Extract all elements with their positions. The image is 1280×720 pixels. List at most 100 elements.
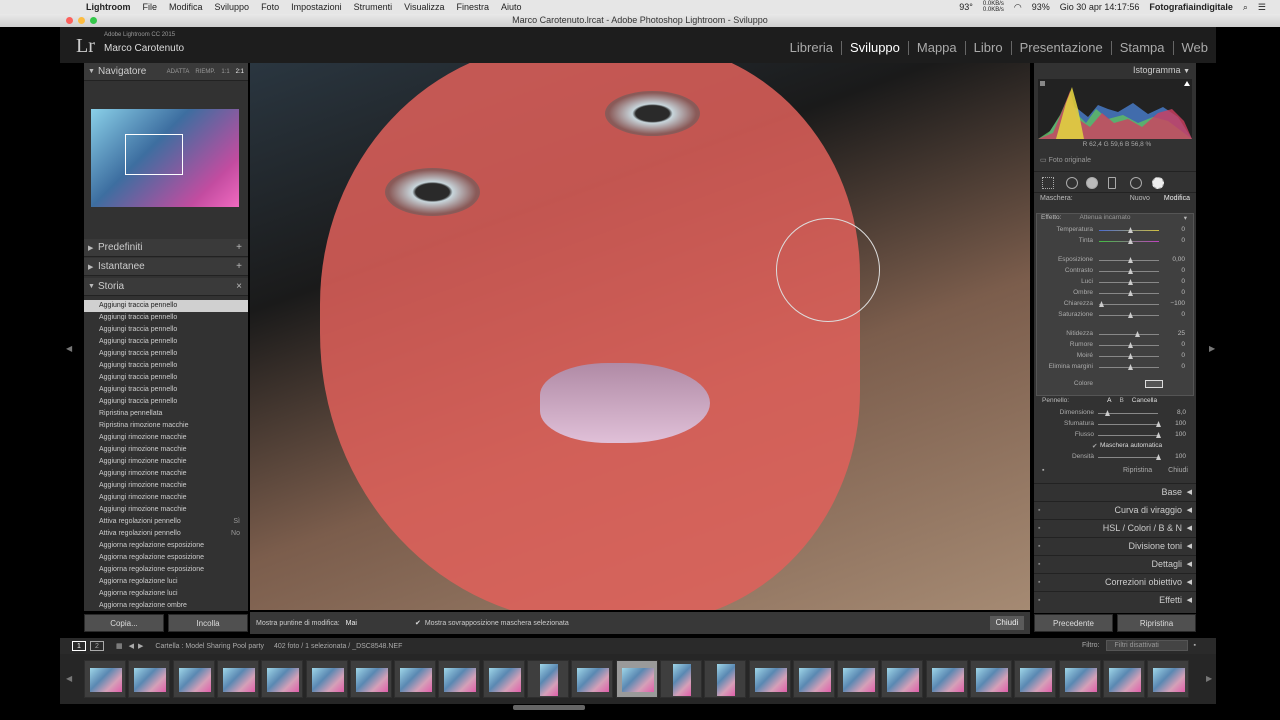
navigator-preview[interactable] (91, 109, 239, 207)
slider-sliders1-0[interactable]: Temperatura 0 (1037, 225, 1193, 236)
filmstrip-right-icon[interactable]: ▶ (1206, 674, 1212, 683)
history-item[interactable]: Aggiorna regolazione luci (84, 576, 248, 588)
filmstrip-thumbnail[interactable] (84, 660, 126, 698)
brush-b-tab[interactable]: B (1119, 397, 1123, 408)
slider-value[interactable]: 0 (1181, 267, 1185, 274)
red-eye-tool-icon[interactable] (1086, 177, 1098, 189)
list-icon[interactable]: ☰ (1258, 2, 1266, 13)
mask-new-button[interactable]: Nuovo (1130, 195, 1150, 209)
slider-brush_sliders-1[interactable]: Sfumatura 100 (1036, 419, 1194, 430)
filmstrip-thumbnail[interactable] (1014, 660, 1057, 698)
section-4[interactable]: ▪ Dettagli ◀ (1034, 555, 1196, 572)
menu-sviluppo[interactable]: Sviluppo (215, 2, 250, 12)
battery-status[interactable]: 93% (1032, 2, 1050, 12)
zoom-window-icon[interactable] (90, 17, 97, 24)
previous-button[interactable]: Precedente (1034, 614, 1113, 632)
menu-visualizza[interactable]: Visualizza (404, 2, 444, 12)
selection-info[interactable]: 402 foto / 1 selezionata / _DSC8548.NEF (274, 643, 402, 650)
filmstrip-thumbnail[interactable] (837, 660, 880, 698)
grid-icon[interactable]: ▦ (116, 642, 123, 650)
history-item[interactable]: Aggiungi traccia pennello (84, 312, 248, 324)
zoom-1-1[interactable]: 1:1 (221, 69, 229, 75)
slider-value[interactable]: −100 (1170, 300, 1185, 307)
history-item[interactable]: Ripristina pennellata (84, 408, 248, 420)
slider-brush_sliders-0[interactable]: Dimensione 8,0 (1036, 408, 1194, 419)
back-arrow-icon[interactable]: ◀ (129, 642, 134, 650)
slider-sliders2-4[interactable]: Chiarezza −100 (1037, 299, 1193, 310)
temperature-status[interactable]: 93° (959, 2, 973, 12)
minimize-window-icon[interactable] (78, 17, 85, 24)
slider-sliders2-3[interactable]: Ombre 0 (1037, 288, 1193, 299)
module-web[interactable]: Web (1174, 41, 1209, 55)
history-item[interactable]: Aggiorna regolazione luci (84, 588, 248, 600)
zoom-fill[interactable]: RIEMP. (195, 69, 215, 75)
filmstrip-thumbnail[interactable] (527, 660, 569, 698)
history-item[interactable]: Aggiungi traccia pennello (84, 372, 248, 384)
filmstrip-thumbnail[interactable] (1147, 660, 1190, 698)
slider-value[interactable]: 0 (1181, 278, 1185, 285)
reset-brush-button[interactable]: Ripristina (1123, 467, 1152, 474)
filter-select[interactable]: Filtri disattivati (1105, 640, 1188, 651)
section-toggle-icon[interactable]: ▪ (1038, 538, 1040, 555)
filmstrip-thumbnail[interactable] (261, 660, 304, 698)
slider-sliders1-1[interactable]: Tinta 0 (1037, 236, 1193, 247)
section-1[interactable]: ▪ Curva di viraggio ◀ (1034, 501, 1196, 518)
filmstrip-thumbnail[interactable] (438, 660, 481, 698)
module-stampa[interactable]: Stampa (1112, 41, 1174, 55)
filmstrip-thumbnail[interactable] (482, 660, 525, 698)
filmstrip-thumbnail[interactable] (1102, 660, 1145, 698)
history-item[interactable]: Aggiungi traccia pennello (84, 336, 248, 348)
slider-value[interactable]: 100 (1175, 420, 1186, 427)
page-1-button[interactable]: 1 (72, 641, 86, 651)
effect-preset-select[interactable]: Attenua incarnato (1079, 214, 1130, 225)
left-panel-toggle-icon[interactable]: ◀ (66, 344, 72, 353)
close-tool-button[interactable]: Chiudi (990, 616, 1024, 630)
menu-file[interactable]: File (143, 2, 158, 12)
slider-sliders3-0[interactable]: Nitidezza 25 (1037, 329, 1193, 340)
overlay-checkbox-icon[interactable]: ✔ (415, 619, 421, 627)
history-item[interactable]: Aggiungi traccia pennello (84, 384, 248, 396)
section-3[interactable]: ▪ Divisione toni ◀ (1034, 537, 1196, 554)
slider-value[interactable]: 0 (1181, 352, 1185, 359)
slider-track[interactable] (1098, 457, 1158, 458)
search-icon[interactable]: ⌕ (1243, 2, 1248, 13)
filter-lock-icon[interactable]: ▪ (1194, 642, 1196, 649)
filmstrip-scrollbar[interactable] (513, 705, 585, 710)
filmstrip-thumbnail[interactable] (615, 660, 658, 698)
main-photo[interactable] (250, 63, 1030, 610)
filmstrip-thumbnail[interactable] (881, 660, 924, 698)
page-2-button[interactable]: 2 (90, 641, 104, 651)
filmstrip-thumbnail[interactable] (305, 660, 348, 698)
slider-track[interactable] (1099, 304, 1159, 305)
close-brush-button[interactable]: Chiudi (1168, 467, 1188, 474)
history-item[interactable]: Aggiungi rimozione macchie (84, 468, 248, 480)
section-6[interactable]: ▪ Effetti ◀ (1034, 591, 1196, 608)
section-toggle-icon[interactable]: ▪ (1038, 502, 1040, 519)
slider-track[interactable] (1099, 334, 1159, 335)
menu-app[interactable]: Lightroom (86, 2, 131, 12)
histogram-chart[interactable] (1038, 79, 1192, 139)
overlay-checkbox-label[interactable]: Mostra sovrapposizione maschera selezion… (425, 620, 569, 627)
navigator-header[interactable]: ▼ Navigatore ADATTA RIEMP. 1:1 2:1 (84, 63, 248, 81)
slider-value[interactable]: 0 (1181, 237, 1185, 244)
history-item[interactable]: Ripristina rimozione macchie (84, 420, 248, 432)
section-toggle-icon[interactable]: ▪ (1038, 574, 1040, 591)
filmstrip-thumbnail[interactable] (349, 660, 392, 698)
brush-a-tab[interactable]: A (1107, 397, 1111, 408)
slider-sliders2-2[interactable]: Luci 0 (1037, 277, 1193, 288)
slider-sliders2-0[interactable]: Esposizione 0,00 (1037, 255, 1193, 266)
filmstrip-thumbnail[interactable] (659, 660, 702, 698)
auto-mask-row[interactable]: ✔ Maschera automatica (1036, 441, 1194, 452)
adjustment-brush-icon[interactable] (1152, 177, 1164, 189)
zoom-2-1[interactable]: 2:1 (236, 69, 244, 75)
section-2[interactable]: ▪ HSL / Colori / B & N ◀ (1034, 519, 1196, 536)
slider-value[interactable]: 0,00 (1172, 256, 1185, 263)
filmstrip-thumbnail[interactable] (704, 660, 747, 698)
radial-filter-icon[interactable] (1130, 177, 1142, 189)
right-panel-toggle-icon[interactable]: ▶ (1209, 344, 1215, 353)
history-item[interactable]: Aggiorna regolazione esposizione (84, 540, 248, 552)
filmstrip-thumbnail[interactable] (970, 660, 1012, 698)
slider-sliders3-1[interactable]: Rumore 0 (1037, 340, 1193, 351)
brush-erase-tab[interactable]: Cancella (1132, 397, 1157, 408)
menu-foto[interactable]: Foto (261, 2, 279, 12)
